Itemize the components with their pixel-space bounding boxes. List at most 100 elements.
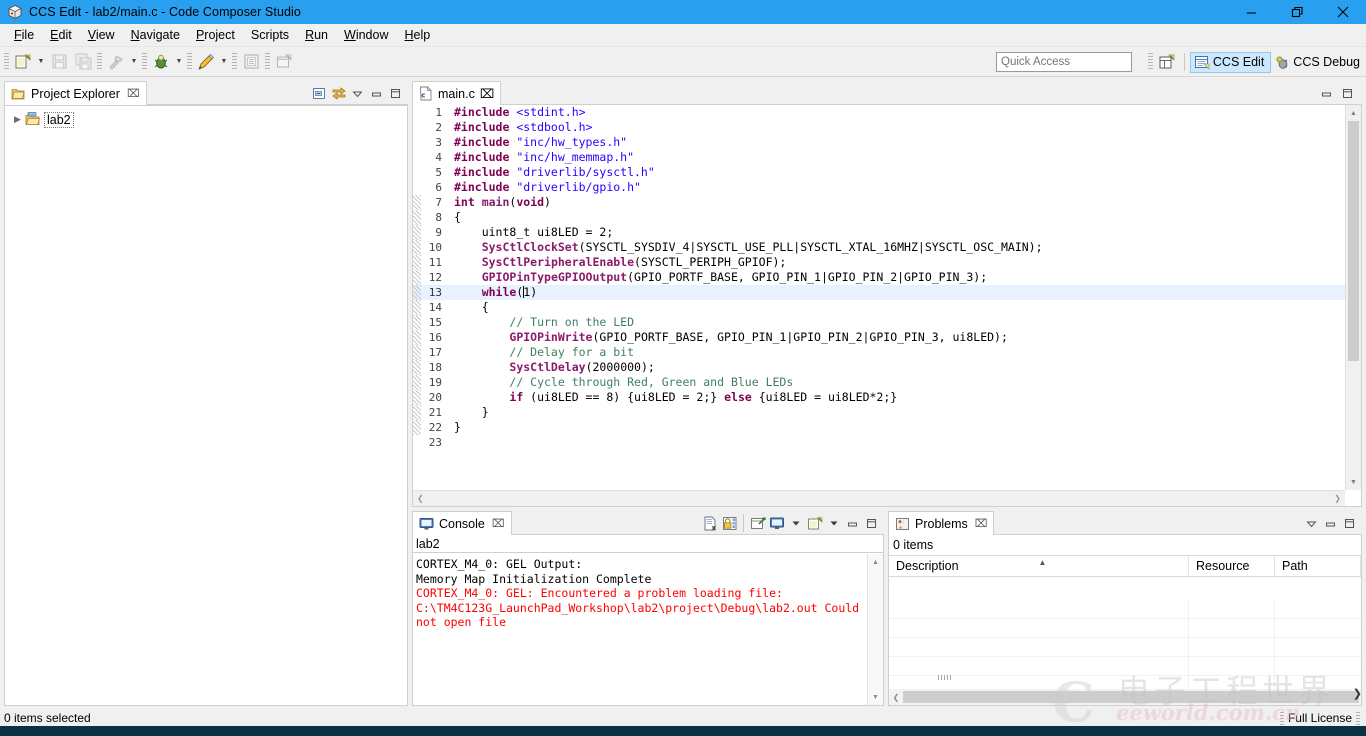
problems-horizontal-scrollbar[interactable]: ❮ [889, 689, 1361, 705]
pin-console-icon[interactable] [749, 515, 766, 532]
chevron-right-icon[interactable]: ▶ [10, 114, 25, 125]
code-line[interactable]: 17 // Delay for a bit [413, 345, 1345, 360]
menu-window[interactable]: Window [336, 25, 396, 45]
code-line[interactable]: 15 // Turn on the LED [413, 315, 1345, 330]
menu-navigate[interactable]: Navigate [123, 25, 188, 45]
scroll-right-icon[interactable]: ❯ [1334, 494, 1341, 503]
marker-pen-icon[interactable] [194, 50, 218, 74]
new-dropdown-arrow[interactable]: ▼ [35, 50, 47, 74]
save-all-icon[interactable] [71, 50, 95, 74]
code-line[interactable]: 4 #include "inc/hw_memmap.h" [413, 150, 1345, 165]
code-line[interactable]: 1 #include <stdint.h> [413, 105, 1345, 120]
code-line[interactable]: 13 while(1) [413, 285, 1345, 300]
menu-scripts[interactable]: Scripts [243, 25, 297, 45]
scroll-up-icon[interactable]: ▲ [1346, 105, 1361, 121]
toolbar-grip-2[interactable] [97, 52, 102, 71]
build-dropdown-arrow[interactable]: ▼ [128, 50, 140, 74]
minimize-icon[interactable] [1318, 85, 1335, 102]
sash-handle[interactable] [938, 675, 952, 680]
tab-main-c[interactable]: c main.c ⌧ [412, 81, 502, 105]
code-line[interactable]: 21 } [413, 405, 1345, 420]
minimize-icon[interactable] [368, 85, 385, 102]
quick-access-input[interactable] [996, 52, 1132, 72]
code-line[interactable]: 20 if (ui8LED == 8) {ui8LED = 2;} else {… [413, 390, 1345, 405]
tree-item-lab2[interactable]: ▶ CCS lab2 [5, 110, 407, 129]
code-editor[interactable]: 1 #include <stdint.h> 2 #include <stdbool.h… [412, 105, 1362, 507]
table-row[interactable] [889, 619, 1361, 638]
display-selected-console-dropdown-icon[interactable] [787, 515, 804, 532]
menu-edit[interactable]: Edit [42, 25, 80, 45]
code-line[interactable]: 8{ [413, 210, 1345, 225]
close-icon[interactable]: ⌧ [975, 517, 988, 530]
build-hammer-icon[interactable] [104, 50, 128, 74]
link-with-editor-icon[interactable] [330, 85, 347, 102]
table-row[interactable] [889, 657, 1361, 676]
code-line[interactable]: 3 #include "inc/hw_types.h" [413, 135, 1345, 150]
minimize-icon[interactable] [844, 515, 861, 532]
maximize-icon[interactable] [1341, 515, 1358, 532]
console-vertical-scrollbar[interactable]: ▲ ▼ [867, 554, 883, 705]
perspective-grip[interactable] [1147, 53, 1153, 71]
menu-project[interactable]: Project [188, 25, 243, 45]
view-menu-icon[interactable] [1303, 515, 1320, 532]
code-line[interactable]: 18 SysCtlDelay(2000000); [413, 360, 1345, 375]
scroll-down-icon[interactable]: ▼ [868, 689, 883, 705]
debug-dropdown-arrow[interactable]: ▼ [173, 50, 185, 74]
project-tree[interactable]: ▶ CCS lab2 [4, 105, 408, 706]
external-tools-icon[interactable] [272, 50, 296, 74]
toolbar-grip[interactable] [4, 52, 9, 71]
code-line[interactable]: 16 GPIOPinWrite(GPIO_PORTF_BASE, GPIO_PI… [413, 330, 1345, 345]
code-line[interactable]: 12 GPIOPinTypeGPIOOutput(GPIO_PORTF_BASE… [413, 270, 1345, 285]
scroll-left-icon[interactable]: ❮ [889, 693, 903, 702]
code-line[interactable]: 6 #include "driverlib/gpio.h" [413, 180, 1345, 195]
code-line[interactable]: 9 uint8_t ui8LED = 2; [413, 225, 1345, 240]
problems-body[interactable]: 0 items Description ▲ Resource Path ❮ [888, 535, 1362, 706]
code-line[interactable]: 10 SysCtlClockSet(SYSCTL_SYSDIV_4|SYSCTL… [413, 240, 1345, 255]
open-console-icon[interactable] [806, 515, 823, 532]
open-console-dropdown-icon[interactable] [825, 515, 842, 532]
code-line[interactable]: 14 { [413, 300, 1345, 315]
column-resource[interactable]: Resource [1189, 556, 1275, 576]
perspective-ccs-debug[interactable]: CCS Debug [1271, 52, 1366, 73]
scroll-up-icon[interactable]: ▲ [868, 554, 883, 570]
display-selected-console-icon[interactable] [768, 515, 785, 532]
minimize-button[interactable] [1228, 0, 1274, 24]
save-icon[interactable] [47, 50, 71, 74]
menu-file[interactable]: File [6, 25, 42, 45]
toolbar-grip-4[interactable] [187, 52, 192, 71]
tab-console[interactable]: Console ⌧ [412, 511, 512, 535]
maximize-icon[interactable] [1339, 85, 1356, 102]
restore-button[interactable] [1274, 0, 1320, 24]
column-description[interactable]: Description ▲ [889, 556, 1189, 576]
maximize-icon[interactable] [863, 515, 880, 532]
toolbar-grip-5[interactable] [232, 52, 237, 71]
perspective-ccs-edit[interactable]: CCS Edit [1189, 51, 1272, 73]
close-icon[interactable]: ⌧ [480, 86, 494, 101]
menu-view[interactable]: View [80, 25, 123, 45]
toolbar-grip-3[interactable] [142, 52, 147, 71]
lock-scroll-icon[interactable] [721, 515, 738, 532]
code-line[interactable]: 19 // Cycle through Red, Green and Blue … [413, 375, 1345, 390]
tab-project-explorer[interactable]: Project Explorer ⌧ [4, 81, 147, 105]
code-line[interactable]: 2 #include <stdbool.h> [413, 120, 1345, 135]
code-line[interactable]: 7 int main(void) [413, 195, 1345, 210]
column-path[interactable]: Path [1275, 556, 1361, 576]
problems-rows[interactable] [889, 600, 1361, 695]
code-line[interactable]: 11 SysCtlPeripheralEnable(SYSCTL_PERIPH_… [413, 255, 1345, 270]
table-row[interactable] [889, 638, 1361, 657]
new-icon[interactable] [11, 50, 35, 74]
clear-console-icon[interactable]: x [702, 515, 719, 532]
toggle-block-selection-icon[interactable] [239, 50, 263, 74]
close-icon[interactable]: ⌧ [492, 517, 505, 530]
code-line[interactable]: 22} [413, 420, 1345, 435]
editor-horizontal-scrollbar[interactable]: ❮ ❯ [413, 490, 1345, 506]
menu-help[interactable]: Help [396, 25, 438, 45]
debug-bug-icon[interactable] [149, 50, 173, 74]
scroll-left-icon[interactable]: ❮ [417, 494, 424, 503]
maximize-icon[interactable] [387, 85, 404, 102]
code-line[interactable]: 5 #include "driverlib/sysctl.h" [413, 165, 1345, 180]
open-perspective-icon[interactable] [1155, 50, 1179, 74]
marker-dropdown-arrow[interactable]: ▼ [218, 50, 230, 74]
view-menu-icon[interactable] [349, 85, 366, 102]
menu-run[interactable]: Run [297, 25, 336, 45]
